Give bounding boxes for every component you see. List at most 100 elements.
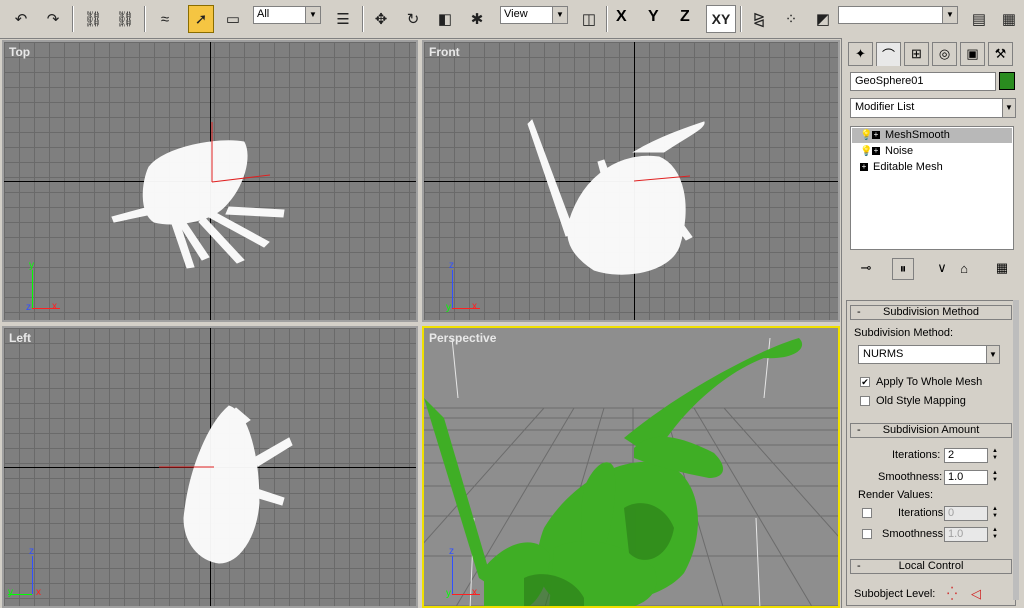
show-end-result-icon[interactable]: ⏸ bbox=[892, 258, 914, 280]
render-iterations-spinner[interactable]: ▲ ▼ bbox=[990, 506, 1000, 522]
object-name-field[interactable]: GeoSphere01 bbox=[850, 72, 996, 91]
iterations-field[interactable]: 2 bbox=[944, 448, 988, 463]
create-tab-icon[interactable]: ✦ bbox=[848, 42, 873, 66]
modify-tab-icon[interactable]: ⌒ bbox=[876, 42, 901, 66]
subdivision-method-dropdown[interactable]: NURMS ▼ bbox=[858, 345, 1000, 364]
subdivision-method-rollout[interactable]: - Subdivision Method bbox=[850, 305, 1012, 320]
pin-stack-icon[interactable]: ⊸ bbox=[856, 258, 876, 278]
restrict-y-button[interactable]: Y bbox=[648, 8, 659, 26]
restrict-x-button[interactable]: X bbox=[616, 8, 627, 26]
smoothness-value: 1.0 bbox=[948, 471, 964, 483]
pivot-center-icon[interactable]: ◫ bbox=[576, 5, 602, 33]
local-control-rollout[interactable]: - Local Control bbox=[850, 559, 1012, 574]
chevron-down-icon: ▼ bbox=[552, 7, 567, 23]
rectangular-selection-icon[interactable]: ▭ bbox=[220, 5, 246, 33]
array-icon[interactable]: ⁘ bbox=[778, 5, 804, 33]
modifier-list-label: Modifier List bbox=[855, 101, 915, 113]
lightbulb-icon[interactable]: 💡 bbox=[860, 128, 872, 143]
restrict-z-button[interactable]: Z bbox=[680, 8, 690, 26]
rotate-icon[interactable]: ↻ bbox=[400, 5, 426, 33]
old-style-mapping-checkbox[interactable] bbox=[860, 396, 870, 406]
render-iterations-label: Iterations: bbox=[898, 507, 947, 519]
smoothness-label: Smoothness: bbox=[878, 471, 943, 483]
named-selection-dropdown[interactable]: ▼ bbox=[838, 6, 958, 24]
toolbar-divider bbox=[362, 6, 364, 32]
subdivision-amount-rollout[interactable]: - Subdivision Amount bbox=[850, 423, 1012, 438]
toolbar-divider bbox=[144, 6, 146, 32]
expand-icon[interactable]: + bbox=[872, 131, 880, 140]
chevron-down-icon: ▼ bbox=[942, 7, 957, 23]
smoothness-spinner[interactable]: ▲ ▼ bbox=[990, 470, 1000, 486]
chevron-down-icon: ▼ bbox=[305, 7, 320, 23]
apply-whole-mesh-checkbox[interactable]: ✔ bbox=[860, 377, 870, 387]
configure-sets-icon[interactable]: ▦ bbox=[992, 258, 1012, 278]
manipulate-icon[interactable]: ✱ bbox=[464, 5, 490, 33]
render-smoothness-checkbox[interactable] bbox=[862, 529, 872, 539]
selection-filter-dropdown[interactable]: All ▼ bbox=[253, 6, 321, 24]
axis-y-label: y bbox=[446, 302, 451, 313]
axis-tripod: y z x bbox=[26, 260, 86, 320]
subobject-level-label: Subobject Level: bbox=[854, 588, 936, 600]
axis-tripod: z y x bbox=[446, 260, 506, 320]
render-iterations-checkbox[interactable] bbox=[862, 508, 872, 518]
stack-item-meshsmooth[interactable]: 💡+ MeshSmooth bbox=[852, 128, 1012, 143]
expand-icon[interactable]: + bbox=[872, 147, 880, 156]
track-view-icon[interactable]: ▤ bbox=[966, 5, 992, 33]
modifier-list-dropdown[interactable]: Modifier List ▼ bbox=[850, 98, 1016, 118]
viewport-left[interactable]: Left z y x bbox=[2, 326, 418, 608]
iterations-label: Iterations: bbox=[892, 449, 941, 461]
lightbulb-icon[interactable]: 💡 bbox=[860, 144, 872, 159]
move-icon[interactable]: ✥ bbox=[368, 5, 394, 33]
render-iterations-field[interactable]: 0 bbox=[944, 506, 988, 521]
mirror-icon[interactable]: ⧎ bbox=[746, 5, 772, 33]
viewport-top[interactable]: Top y z x bbox=[2, 40, 418, 322]
motion-tab-icon[interactable]: ◎ bbox=[932, 42, 957, 66]
object-color-swatch[interactable] bbox=[999, 72, 1015, 90]
axis-y-label: y bbox=[8, 587, 13, 598]
schematic-view-icon[interactable]: ▦ bbox=[996, 5, 1022, 33]
viewport-label: Perspective bbox=[429, 331, 497, 345]
remove-modifier-icon[interactable]: ⌂ bbox=[954, 258, 974, 278]
rollout-title-label: Subdivision Method bbox=[882, 306, 979, 318]
command-panel: ✦ ⌒ ⊞ ◎ ▣ ⚒ GeoSphere01 Modifier List ▼ … bbox=[841, 38, 1024, 608]
display-tab-icon[interactable]: ▣ bbox=[960, 42, 985, 66]
unlink-icon[interactable]: ⛓ bbox=[112, 5, 138, 33]
reference-coord-dropdown[interactable]: View ▼ bbox=[500, 6, 568, 24]
command-panel-scrollbar[interactable] bbox=[1013, 300, 1019, 600]
render-smoothness-spinner[interactable]: ▲ ▼ bbox=[990, 527, 1000, 543]
stack-item-editable-mesh[interactable]: + Editable Mesh bbox=[852, 160, 1012, 175]
vertex-subobject-icon[interactable]: ⁛ bbox=[942, 584, 962, 604]
expand-icon[interactable]: + bbox=[860, 163, 868, 172]
edge-subobject-icon[interactable]: ◁ bbox=[966, 584, 986, 604]
scale-icon[interactable]: ◧ bbox=[432, 5, 458, 33]
viewport-front[interactable]: Front z y x bbox=[422, 40, 840, 322]
redo-icon[interactable]: ↷ bbox=[40, 5, 66, 33]
utilities-tab-icon[interactable]: ⚒ bbox=[988, 42, 1013, 66]
undo-icon[interactable]: ↶ bbox=[8, 5, 34, 33]
old-style-mapping-label: Old Style Mapping bbox=[876, 395, 966, 407]
select-and-link-icon[interactable]: ⛓ bbox=[80, 5, 106, 33]
chevron-down-icon: ▼ bbox=[1002, 99, 1015, 117]
chevron-down-icon: ▼ bbox=[986, 346, 999, 363]
axis-y-label: y bbox=[29, 260, 34, 271]
command-panel-tabs: ✦ ⌒ ⊞ ◎ ▣ ⚒ bbox=[848, 42, 1020, 68]
axis-z-label: z bbox=[26, 302, 31, 313]
viewport-perspective[interactable]: Perspective z y x bbox=[422, 326, 840, 608]
bind-to-space-warp-icon[interactable]: ≈ bbox=[152, 5, 178, 33]
render-smoothness-value: 1.0 bbox=[948, 528, 964, 540]
restrict-xy-button[interactable]: XY bbox=[706, 5, 736, 33]
hierarchy-tab-icon[interactable]: ⊞ bbox=[904, 42, 929, 66]
align-icon[interactable]: ◩ bbox=[810, 5, 836, 33]
render-smoothness-field[interactable]: 1.0 bbox=[944, 527, 988, 542]
select-by-name-icon[interactable]: ☰ bbox=[330, 5, 356, 33]
smoothness-field[interactable]: 1.0 bbox=[944, 470, 988, 485]
stack-toolbar: ⊸ ⏸ ∨ ⌂ ▦ bbox=[850, 256, 1016, 280]
iterations-spinner[interactable]: ▲ ▼ bbox=[990, 448, 1000, 464]
stack-item-noise[interactable]: 💡+ Noise bbox=[852, 144, 1012, 159]
make-unique-icon[interactable]: ∨ bbox=[932, 258, 952, 278]
axis-z-label: z bbox=[449, 260, 454, 271]
subdivision-method-label: Subdivision Method: bbox=[854, 327, 954, 339]
select-object-icon[interactable]: ➚ bbox=[188, 5, 214, 33]
axis-x-label: x bbox=[472, 587, 477, 598]
axis-z-label: z bbox=[29, 546, 34, 557]
